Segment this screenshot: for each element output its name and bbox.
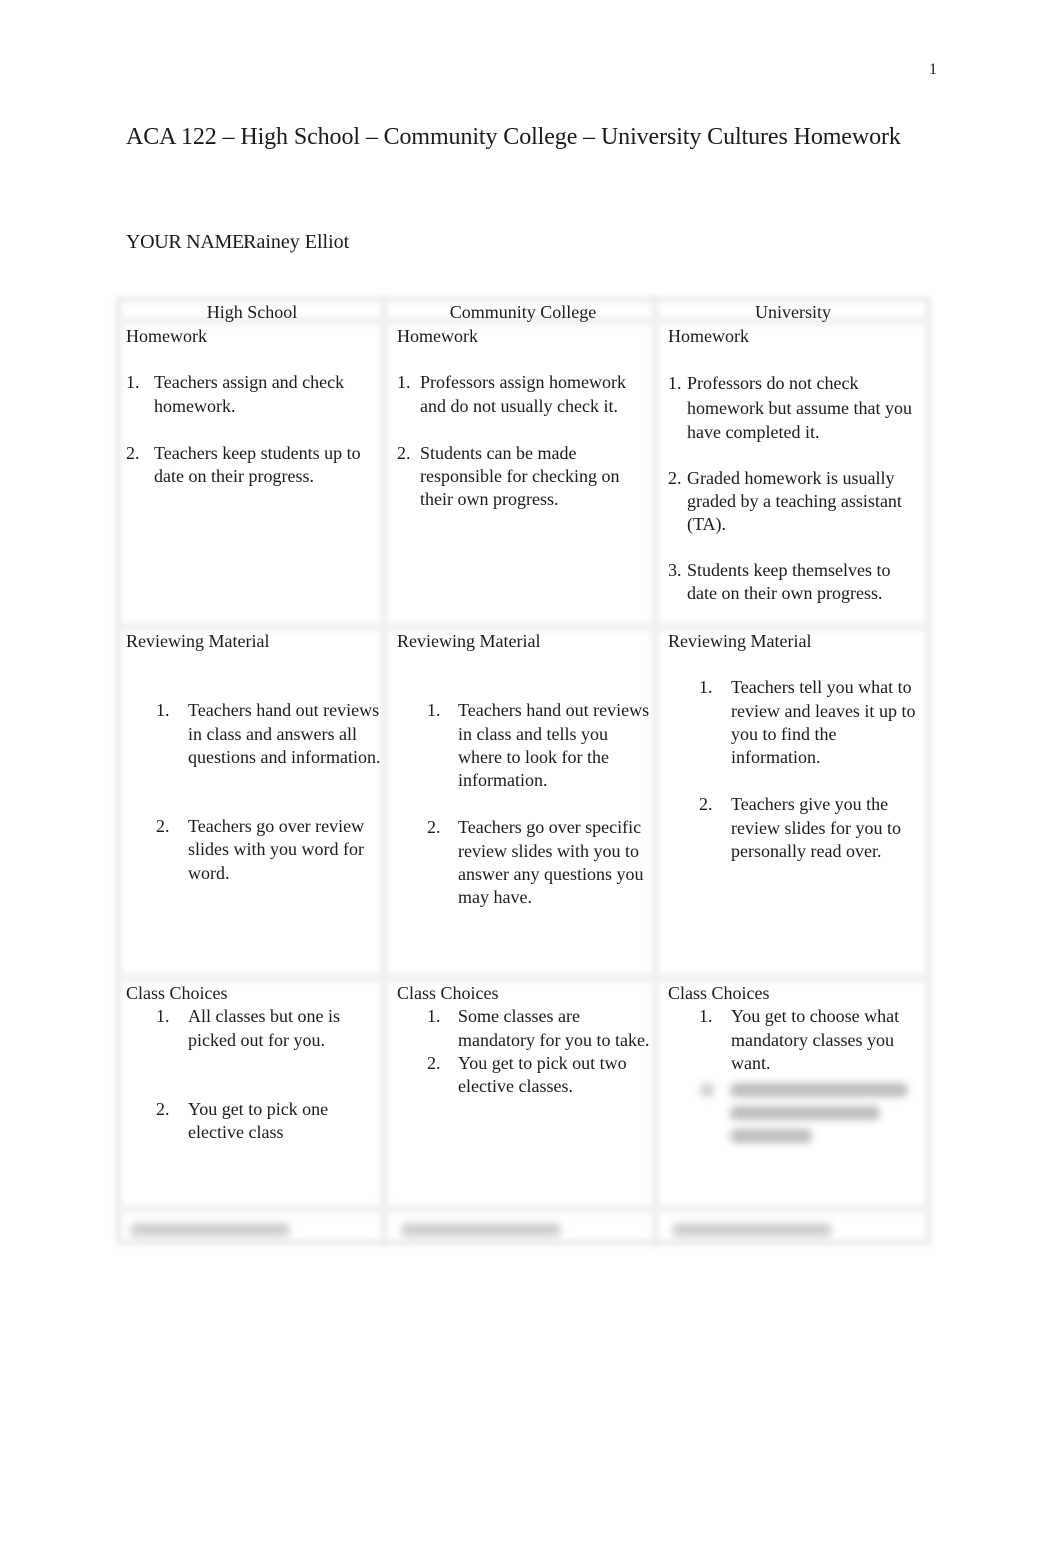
column-header-community-college: Community College <box>449 302 597 322</box>
list-item: Teachers go over review slides with you … <box>188 816 365 883</box>
comparison-table: High School Community College University… <box>116 297 931 1245</box>
section-label: Homework <box>126 326 207 346</box>
name-line: YOUR NAME:Rainey Elliot <box>126 231 349 254</box>
page-number: 1 <box>929 61 937 78</box>
list-number: 1. <box>156 700 170 721</box>
list-number: 1. <box>397 372 411 393</box>
section-label: Homework <box>668 326 749 346</box>
cell-reviewing-university: Reviewing Material 1. Teachers tell you w… <box>668 630 918 863</box>
list-item: All classes but one is picked out for yo… <box>188 1006 340 1050</box>
list-number: 2. <box>427 1052 441 1073</box>
list-item: Students keep themselves to date on thei… <box>687 559 891 603</box>
section-label: Class Choices <box>126 983 228 1003</box>
list-item: Teachers give you the review slides for … <box>731 794 901 862</box>
cell-homework-high-school: Homework 1. Teachers assign and check hom… <box>126 325 376 488</box>
list-item: Teachers keep students up to date on the… <box>154 442 361 487</box>
list-item: Professors do not check homework but ass… <box>687 373 912 443</box>
list-item: Teachers assign and check homework. <box>154 372 345 416</box>
list-item: Teachers hand out reviews in class and a… <box>188 700 381 767</box>
column-header-university: University <box>755 302 831 322</box>
list-number: 2. <box>427 817 441 838</box>
column-divider <box>381 297 387 1245</box>
column-divider <box>652 297 658 1245</box>
column-header-high-school: High School <box>206 302 298 322</box>
list-number: 2. <box>156 816 170 837</box>
list-number: 1. <box>427 1006 441 1027</box>
list-number: 2. <box>126 442 140 463</box>
cell-class-choices-high-school: Class Choices 1. All classes but one is p… <box>126 982 381 1144</box>
list-number: 2. <box>668 467 682 488</box>
list-number: 2. <box>156 1098 170 1119</box>
name-value: Rainey Elliot <box>243 231 350 253</box>
list-item: Teachers hand out reviews in class and t… <box>458 700 650 791</box>
list-item: You get to pick out two elective classes… <box>458 1052 627 1097</box>
section-label: Class Choices <box>668 983 770 1003</box>
list-item: Teachers go over specific review slides … <box>458 817 644 908</box>
cell-class-choices-university: Class Choices 1. You get to choose what m… <box>668 982 918 1075</box>
section-label: Reviewing Material <box>126 631 270 651</box>
cell-reviewing-community-college: Reviewing Material 1. Teachers hand out r… <box>397 630 652 910</box>
list-item: Professors assign homework and do not us… <box>420 372 626 416</box>
list-number: 1. <box>156 1006 170 1027</box>
section-label: Reviewing Material <box>397 631 541 651</box>
list-number: 1. <box>699 677 713 698</box>
document-title: ACA 122 – High School – Community Colleg… <box>126 124 901 150</box>
list-number: 1. <box>668 373 682 394</box>
section-label: Homework <box>397 326 478 346</box>
list-item: Students can be made responsible for che… <box>420 442 620 510</box>
list-number: 2. <box>699 794 713 815</box>
row-divider <box>116 974 931 982</box>
cell-homework-university: Homework 1. Professors do not check homew… <box>668 325 913 605</box>
row-divider <box>116 1205 931 1213</box>
name-label: YOUR NAME: <box>126 231 250 253</box>
cell-homework-community-college: Homework 1. Professors assign homework an… <box>397 325 647 512</box>
list-number: 2. <box>397 442 411 463</box>
list-item: You get to pick one elective class <box>188 1098 329 1143</box>
list-number: 1. <box>427 700 441 721</box>
list-item: Teachers tell you what to review and lea… <box>731 677 916 768</box>
list-item: Some classes are mandatory for you to ta… <box>458 1006 650 1050</box>
section-label: Reviewing Material <box>668 631 812 651</box>
section-label: Class Choices <box>397 983 499 1003</box>
cell-reviewing-high-school: Reviewing Material 1. Teachers hand out r… <box>126 630 381 885</box>
list-number: 3. <box>668 559 682 580</box>
list-number: 1. <box>126 372 140 393</box>
list-item: You get to choose what mandatory classes… <box>731 1006 900 1073</box>
cell-class-choices-community-college: Class Choices 1. Some classes are mandato… <box>397 982 652 1098</box>
list-number: 1. <box>699 1006 713 1027</box>
list-item: Graded homework is usually graded by a t… <box>687 467 902 535</box>
